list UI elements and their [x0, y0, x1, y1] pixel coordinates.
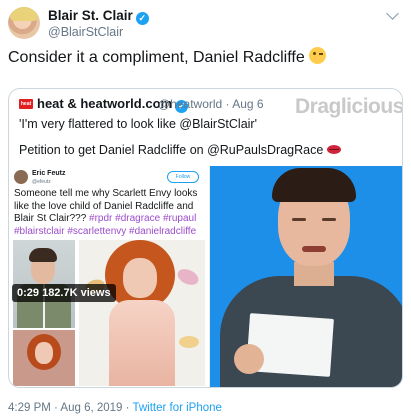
tweet-source-link[interactable]: Twitter for iPhone — [132, 402, 221, 414]
video-right-panel — [210, 166, 402, 387]
video-left-panel: Eric Feutz @efeutz Follow Someone tell m… — [9, 166, 210, 387]
quoted-author-name-text: heat & heatworld.com — [37, 96, 173, 111]
quoted-handle-date: @heatworld · Aug 6 — [158, 97, 264, 111]
winking-face-emoji-icon — [308, 47, 326, 64]
author-avatar[interactable] — [8, 7, 40, 39]
small-photo — [13, 330, 75, 386]
author-handle[interactable]: @BlairStClair — [48, 25, 123, 39]
embedded-avatar — [14, 170, 28, 184]
embedded-tweet-text: Someone tell me why Scarlett Envy looks … — [14, 188, 208, 238]
video-views-badge: 0:29 182.7K views — [12, 284, 116, 302]
drag-queen-photo — [79, 240, 205, 386]
author-name-row[interactable]: Blair St. Clair ✓ — [48, 8, 149, 25]
tweet-text: Consider it a compliment, Daniel Radclif… — [8, 47, 326, 67]
chevron-down-icon[interactable] — [386, 7, 399, 20]
video-player[interactable]: Eric Feutz @efeutz Follow Someone tell m… — [9, 166, 402, 387]
tweet-timestamp[interactable]: 4:29 PM · Aug 6, 2019 · — [8, 402, 132, 414]
quoted-text-line2-content: Petition to get Daniel Radcliffe on @RuP… — [19, 143, 324, 157]
quoted-text-line1: 'I'm very flattered to look like @BlairS… — [19, 117, 257, 131]
author-name[interactable]: Blair St. Clair — [48, 8, 133, 23]
quoted-text-line2: Petition to get Daniel Radcliffe on @RuP… — [19, 143, 342, 157]
embedded-author-name: Eric Feutz — [32, 170, 66, 177]
embedded-author-handle: @efeutz — [32, 179, 51, 185]
verified-badge-icon: ✓ — [135, 12, 149, 25]
quoted-tweet-card[interactable]: heat heat & heatworld.com ✓ @heatworld · … — [8, 88, 403, 388]
embedded-follow-button: Follow — [167, 171, 199, 183]
tweet-text-content: Consider it a compliment, Daniel Radclif… — [8, 49, 305, 66]
tweet-metadata: 4:29 PM · Aug 6, 2019 · Twitter for iPho… — [8, 402, 222, 414]
heat-logo-icon: heat — [19, 99, 33, 109]
draglicious-watermark: Draglicious — [295, 95, 403, 118]
lips-emoji-icon — [327, 145, 342, 154]
